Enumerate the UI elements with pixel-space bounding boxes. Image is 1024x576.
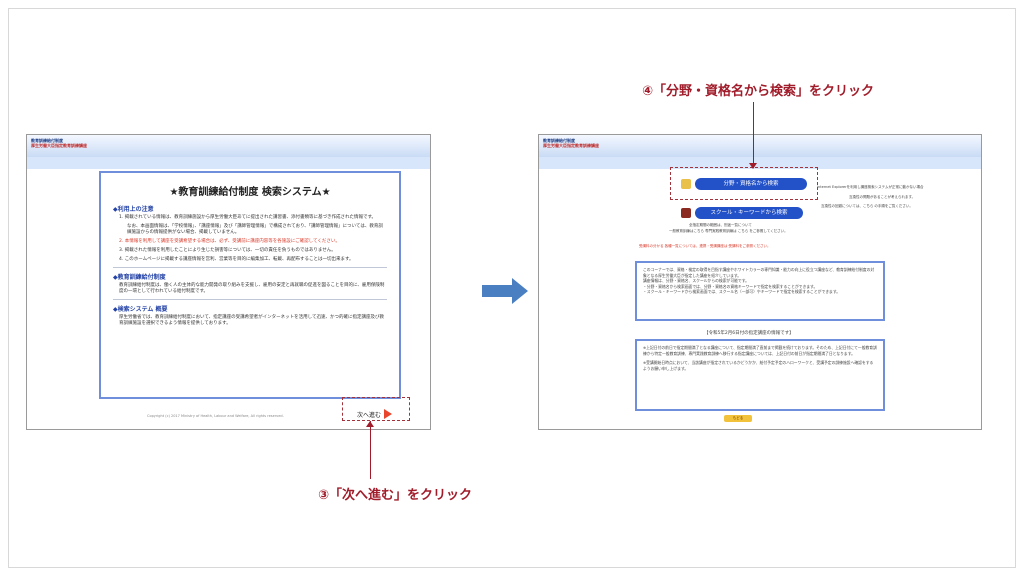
compat-note-3: 互換性の回避については、こちら の手順をご覧ください。 bbox=[821, 204, 913, 208]
note-1b: なお、本画面情報は、「学校情報」、「講座情報」及び「講師管理情報」で構成されてお… bbox=[127, 224, 383, 235]
site-logo[interactable]: 教育訓練給付制度 厚生労働大臣指定教育訓練講座 bbox=[543, 138, 599, 148]
info-text: ・スクール・キーワードから検索画面では、スクール名（一部可）やキーワードで指定を… bbox=[643, 289, 841, 294]
notice-panel: ★教育訓練給付制度 検索システム★ ◆利用上の注意 1. 掲載されている情報は、… bbox=[99, 171, 401, 399]
site-header: 教育訓練給付制度 厚生労働大臣指定教育訓練講座 bbox=[27, 135, 430, 158]
site-logo[interactable]: 教育訓練給付制度 厚生労働大臣指定教育訓練講座 bbox=[31, 138, 87, 148]
info-text: このコーナーでは、資格・検定の取得を目指す講座やホワイトカラーの専門知識・能力の… bbox=[643, 267, 875, 278]
red-notice: 受講料の分かる 各種一覧については、連携・受講講座は 受講料をご参照ください。 bbox=[639, 244, 771, 248]
note-2: 2. 本情報を利用して講座を受講希望する場合は、必ず、受講前に講座内容等を各施設… bbox=[119, 239, 340, 244]
back-badge[interactable]: もどる bbox=[724, 415, 752, 422]
section-overview-text: 厚生労働省では、教育訓練給付制度において、指定講座の受講希望者がインターネットを… bbox=[119, 315, 384, 326]
info-box-notice: ※上記日付の前日で指定期間満了となる講座について、指定期間満了直前まで掲載を続け… bbox=[635, 339, 885, 411]
callout-step3: ③「次へ進む」をクリック bbox=[318, 488, 473, 503]
arrow-up-icon bbox=[366, 421, 374, 427]
section-system-title: ◆教育訓練給付制度 bbox=[113, 274, 166, 281]
callout-line-top bbox=[753, 102, 754, 168]
info-text: ※受講開始日時点において、当該講座が指定されているかどうかか、給付予定予定のハロ… bbox=[643, 360, 874, 371]
search-menu: 分野・資格名から検索 スクール・キーワードから検索 Internet Explo… bbox=[539, 171, 981, 429]
list-note-1: 全指定期間の範囲は、別途一覧について bbox=[689, 223, 752, 227]
arrow-down-icon bbox=[749, 163, 757, 169]
section-overview-title: ◆検索システム 概要 bbox=[113, 306, 168, 313]
divider bbox=[113, 299, 387, 300]
compat-note-1: Internet Explorerを利用し講座検索システムが正常に動かない場合 bbox=[817, 185, 924, 189]
note-1: 1. 掲載されている情報は、教育訓練施設から厚生労働大臣あてに提出された講習書、… bbox=[119, 215, 377, 220]
left-screenshot: 教育訓練給付制度 厚生労働大臣指定教育訓練講座 ★教育訓練給付制度 検索システム… bbox=[26, 134, 431, 430]
divider bbox=[113, 267, 387, 268]
section-system-text: 教育訓練給付制度は、働く人の主体的な能力開発の取り組みを支援し、雇用の安定と再就… bbox=[119, 283, 385, 294]
school-keyword-search-button[interactable]: スクール・キーワードから検索 bbox=[695, 207, 803, 219]
person-icon bbox=[681, 208, 691, 218]
highlight-field-search bbox=[670, 167, 818, 200]
note-3: 3. 掲載された情報を利用したことにより生じた損害等については、一切の責任を負う… bbox=[119, 248, 336, 253]
callout-line-bottom bbox=[370, 421, 371, 479]
panel-title: ★教育訓練給付制度 検索システム★ bbox=[169, 187, 331, 198]
right-arrow-icon bbox=[482, 278, 528, 304]
site-header: 教育訓練給付制度 厚生労働大臣指定教育訓練講座 bbox=[539, 135, 981, 158]
list-note-2: 一般教育訓練はこちら 専門実践教育訓練は こちら をご参照してください。 bbox=[669, 229, 788, 233]
info-text: ※上記日付の前日で指定期間満了となる講座について、指定期間満了直前まで掲載を続け… bbox=[643, 345, 877, 356]
info-date-title: 【令和5年2月6日付の指定講座の情報です】 bbox=[704, 331, 794, 336]
info-box-intro: このコーナーでは、資格・検定の取得を目指す講座やホワイトカラーの専門知識・能力の… bbox=[635, 261, 885, 321]
copyright: Copyright (c) 2017 Ministry of Health, L… bbox=[147, 414, 284, 418]
header-band bbox=[27, 157, 430, 169]
section-usage-title: ◆利用上の注意 bbox=[113, 206, 154, 213]
callout-step4: ④「分野・資格名から検索」をクリック bbox=[642, 84, 875, 99]
highlight-next-button bbox=[342, 397, 410, 421]
note-4: 4. このホームページに掲載する講座情報を営利、営業等を目的に編集加工、転載、再… bbox=[119, 257, 354, 262]
compat-note-2: 互換性の問題があることが考えられます。 bbox=[849, 195, 916, 199]
